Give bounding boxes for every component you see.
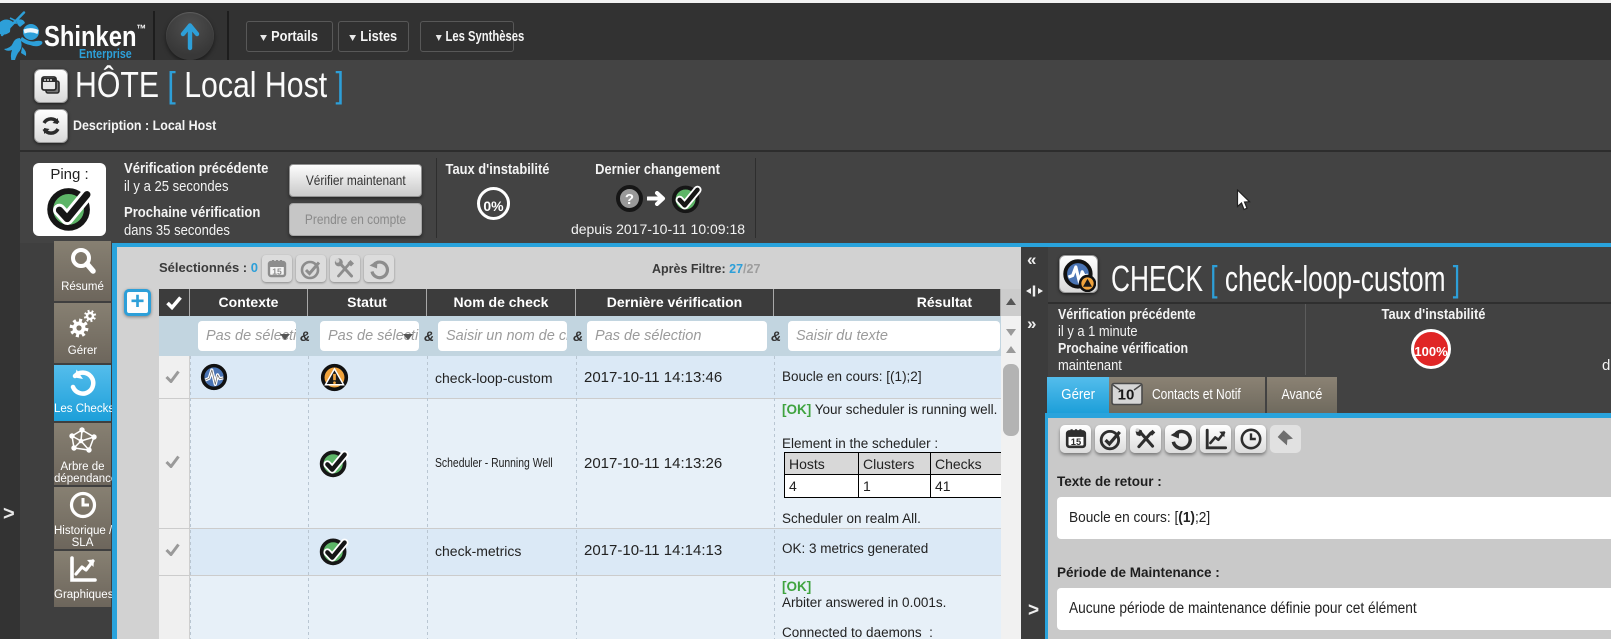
svg-text:10: 10	[1118, 387, 1135, 404]
svg-text:15: 15	[1070, 437, 1080, 447]
svg-text:?: ?	[625, 191, 634, 208]
svg-text:15: 15	[272, 267, 282, 277]
